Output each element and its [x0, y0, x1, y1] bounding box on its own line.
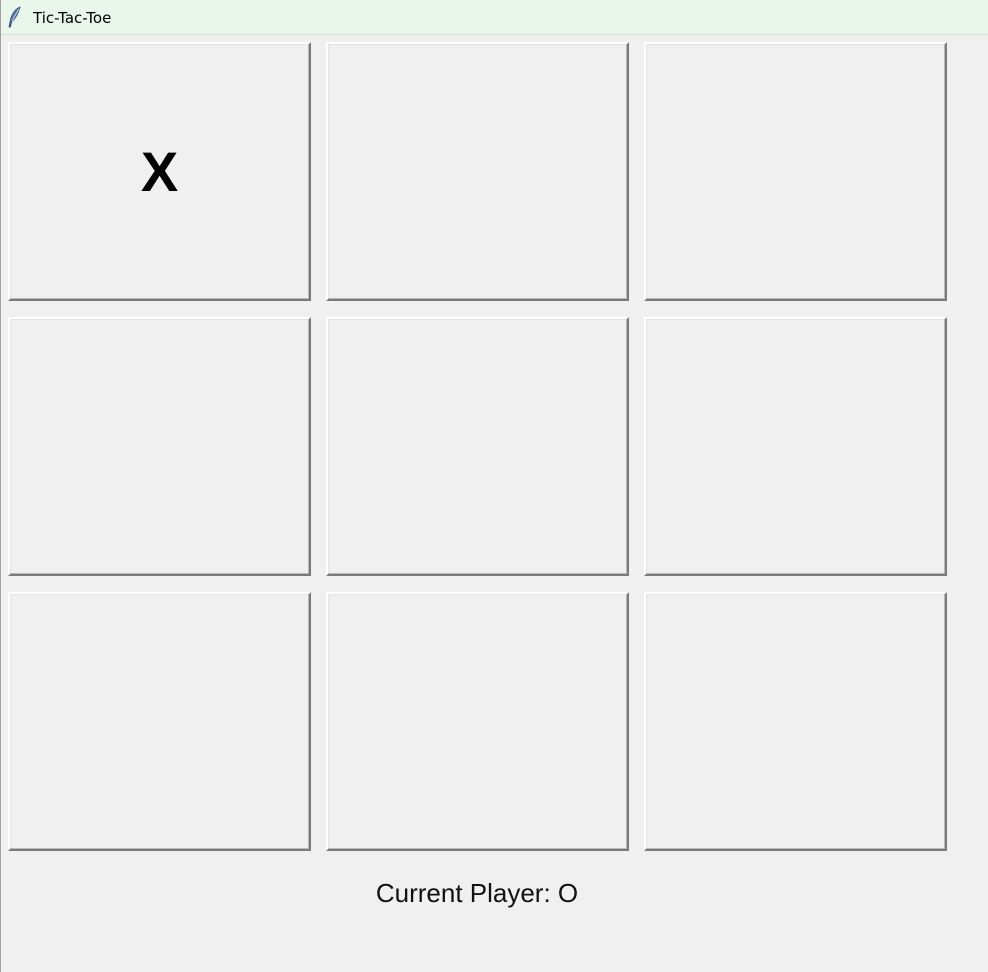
cell-1-0[interactable]	[8, 317, 311, 576]
app-window: Tic-Tac-Toe X Current Player: O	[0, 0, 988, 972]
cell-0-1[interactable]	[326, 42, 629, 301]
cell-0-2[interactable]	[644, 42, 947, 301]
cell-1-1[interactable]	[326, 317, 629, 576]
game-board: X Current Player: O	[1, 35, 988, 972]
cell-mark: X	[140, 139, 179, 203]
cell-2-1[interactable]	[326, 592, 629, 851]
window-title: Tic-Tac-Toe	[33, 9, 112, 27]
current-player-label: Current Player: O	[375, 878, 579, 908]
feather-icon	[7, 6, 23, 28]
cell-1-2[interactable]	[644, 317, 947, 576]
cell-0-0[interactable]: X	[8, 42, 311, 301]
cell-2-0[interactable]	[8, 592, 311, 851]
cell-2-2[interactable]	[644, 592, 947, 851]
title-bar[interactable]: Tic-Tac-Toe	[1, 0, 988, 35]
